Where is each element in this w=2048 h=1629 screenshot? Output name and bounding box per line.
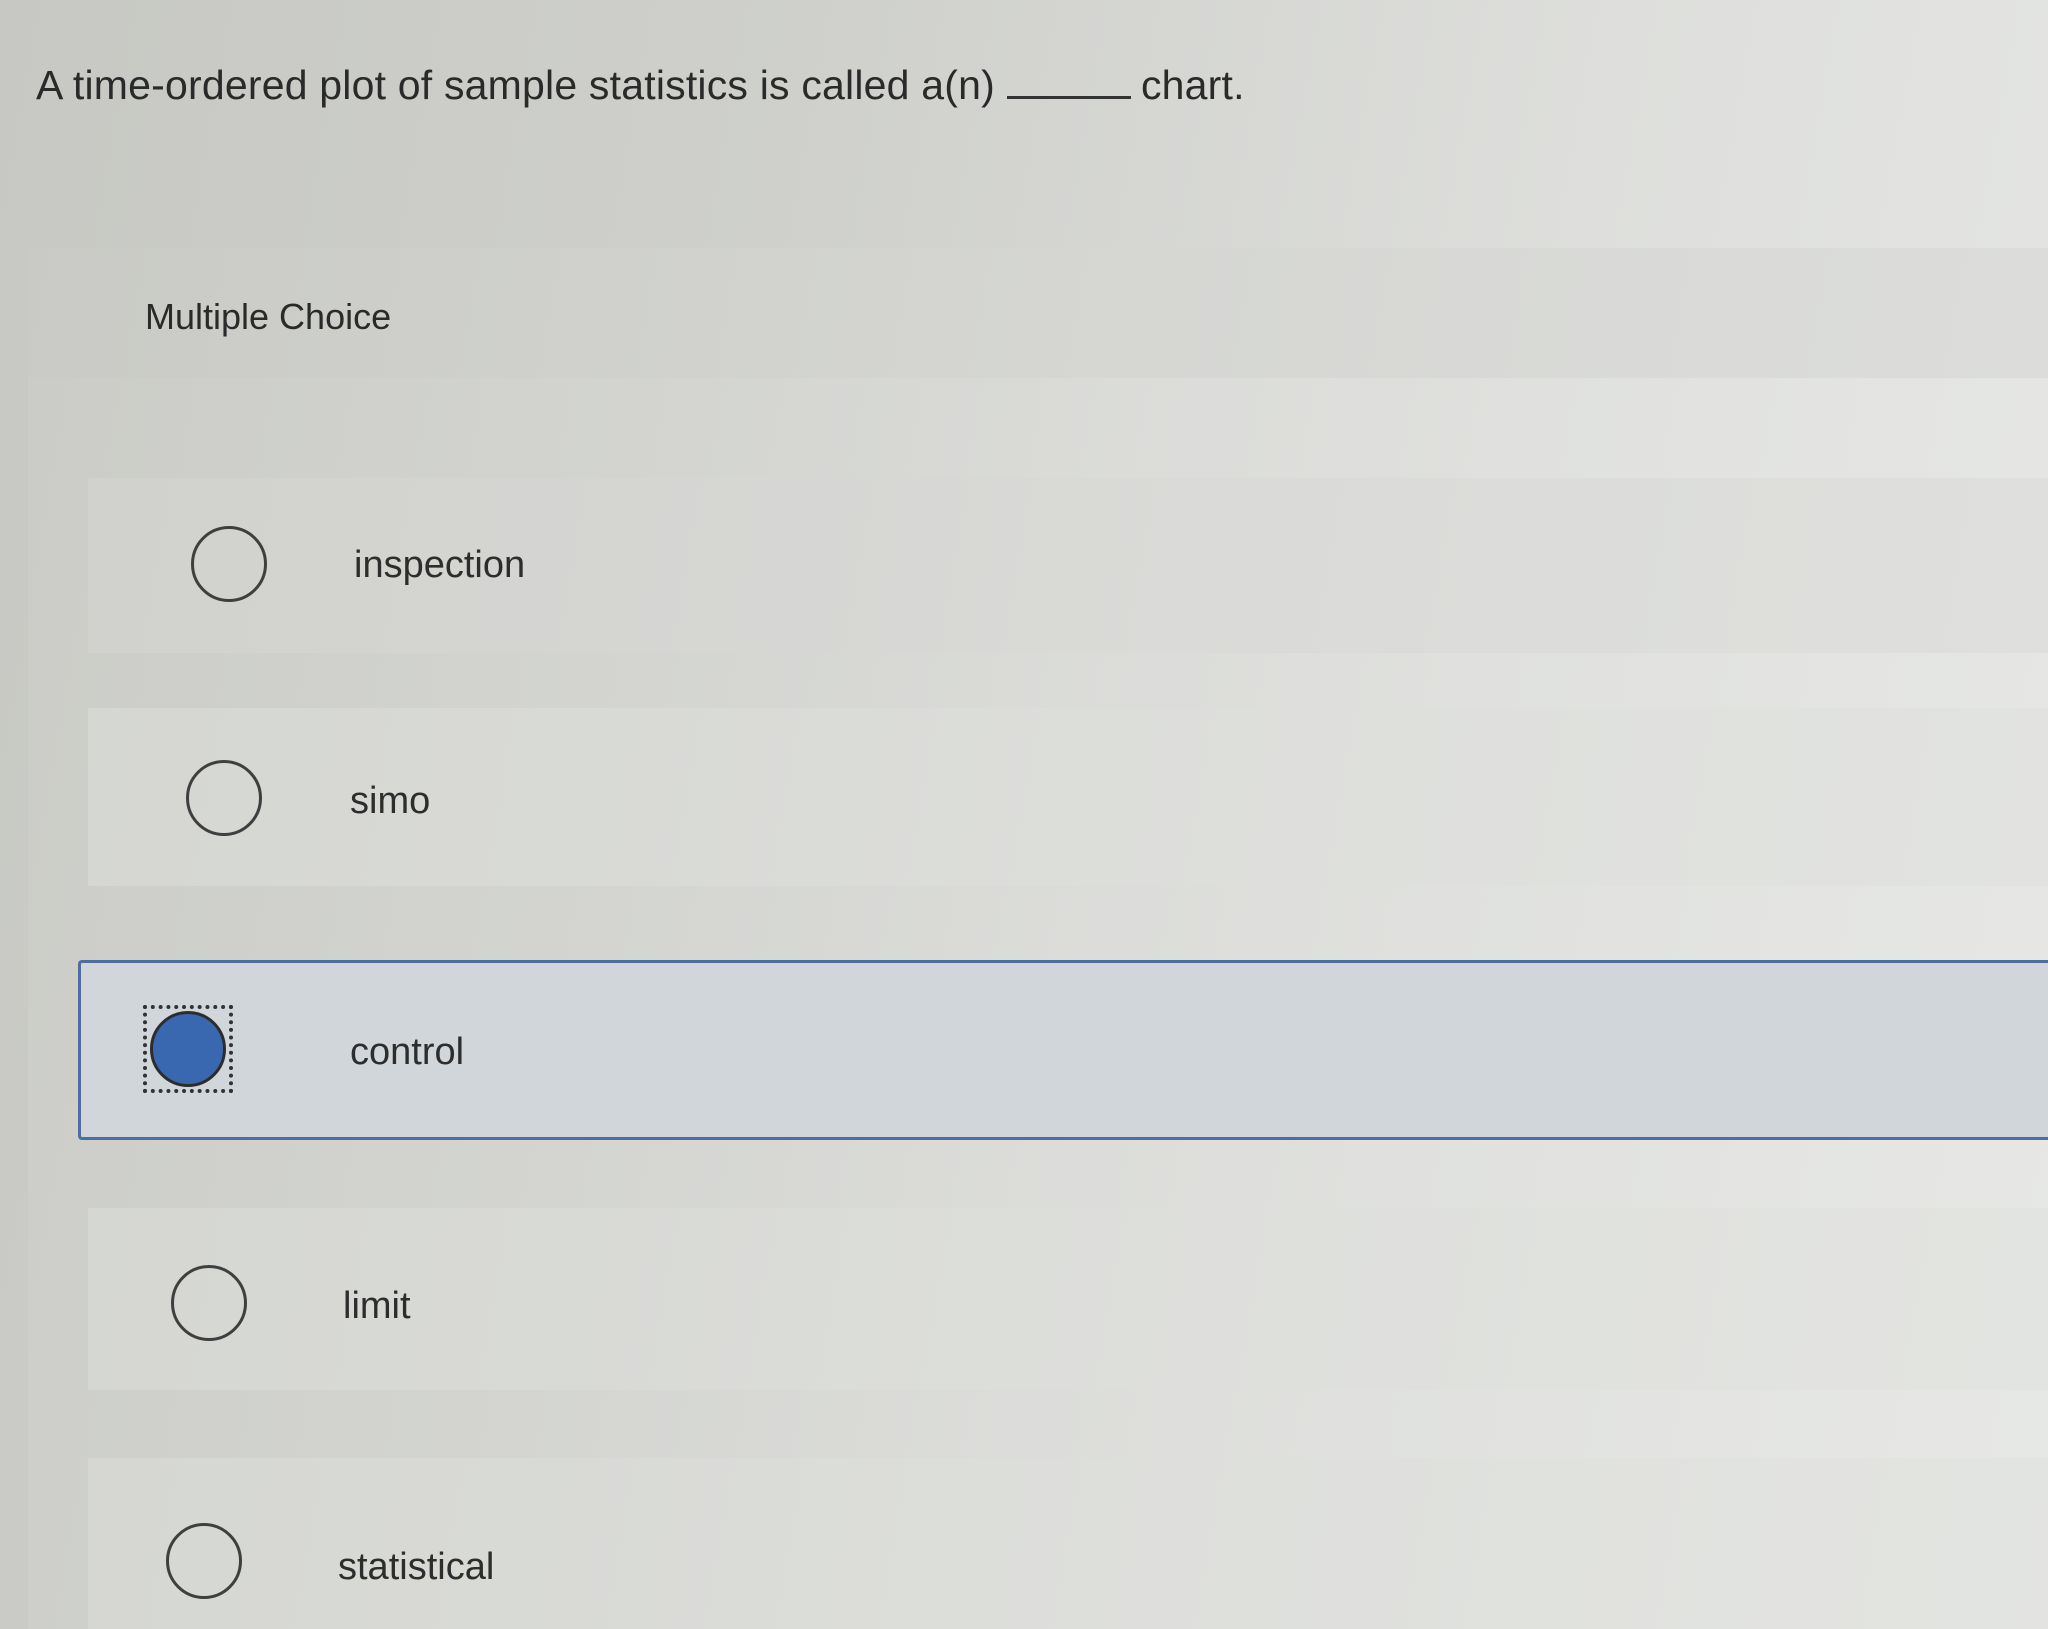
option-simo[interactable]: simo bbox=[88, 708, 2048, 886]
question-prefix: A time-ordered plot of sample statistics… bbox=[36, 62, 995, 108]
option-label-statistical: statistical bbox=[338, 1546, 495, 1588]
option-limit[interactable]: limit bbox=[88, 1208, 2048, 1390]
option-label-inspection: inspection bbox=[354, 544, 526, 586]
option-label-limit: limit bbox=[343, 1285, 411, 1327]
section-label: Multiple Choice bbox=[145, 296, 392, 337]
option-statistical[interactable]: statistical bbox=[88, 1458, 2048, 1629]
answer-blank bbox=[1006, 92, 1131, 99]
question-text: A time-ordered plot of sample statistics… bbox=[36, 62, 1245, 109]
radio-button-control-selected[interactable] bbox=[150, 1011, 226, 1087]
radio-button-statistical[interactable] bbox=[166, 1523, 242, 1599]
multiple-choice-panel: Multiple Choice inspection simo control … bbox=[28, 248, 2048, 1629]
option-label-control: control bbox=[350, 1031, 465, 1073]
radio-button-simo[interactable] bbox=[186, 760, 262, 836]
option-control[interactable]: control bbox=[78, 960, 2048, 1140]
question-suffix: chart. bbox=[1140, 62, 1245, 108]
radio-button-limit[interactable] bbox=[171, 1265, 247, 1341]
radio-button-inspection[interactable] bbox=[191, 526, 267, 602]
option-inspection[interactable]: inspection bbox=[88, 478, 2048, 653]
option-label-simo: simo bbox=[350, 780, 431, 822]
multiple-choice-header: Multiple Choice bbox=[28, 248, 2048, 378]
